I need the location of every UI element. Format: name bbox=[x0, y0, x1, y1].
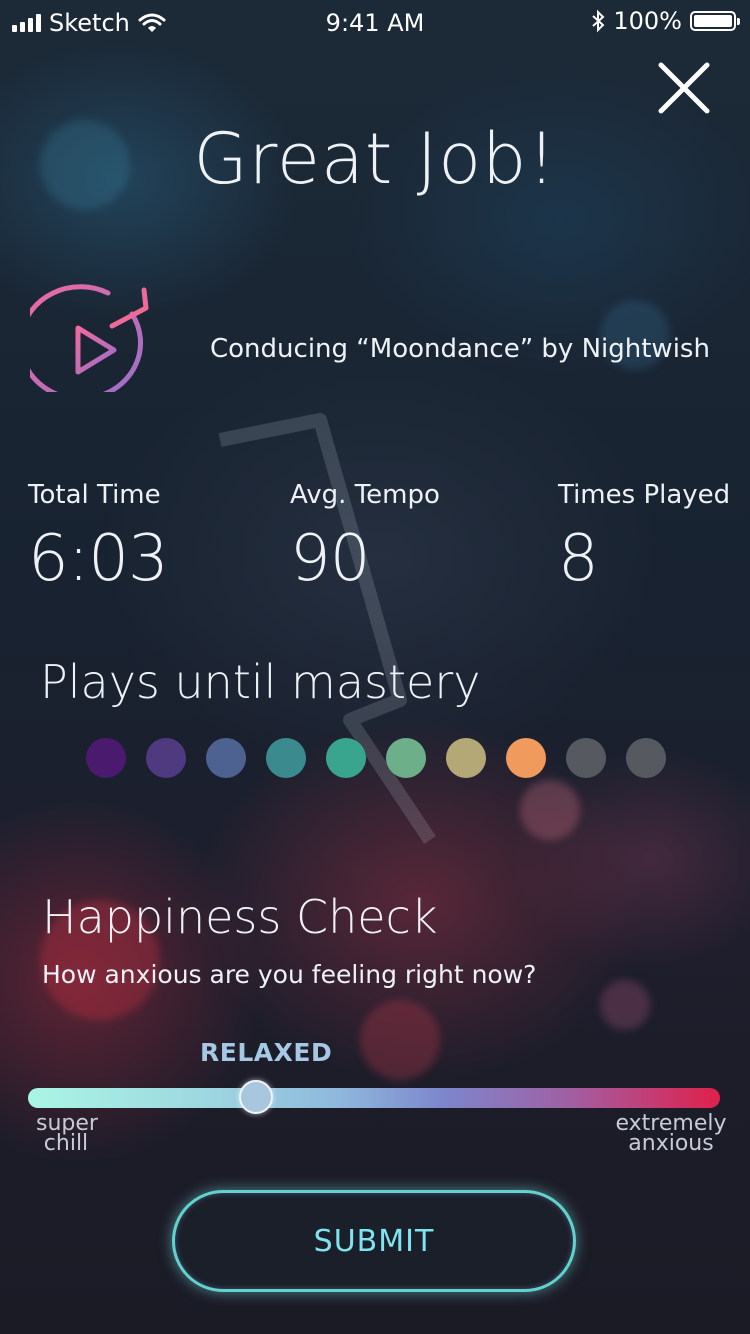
bokeh bbox=[360, 1000, 440, 1080]
mastery-progress-dots bbox=[86, 738, 666, 778]
mastery-dot-completed bbox=[206, 738, 246, 778]
stat-avg-tempo: Avg. Tempo 90 bbox=[290, 480, 440, 596]
song-description: Conducing “Moondance” by Nightwish bbox=[210, 334, 710, 364]
bokeh bbox=[600, 980, 650, 1030]
replay-play-icon bbox=[30, 284, 149, 392]
anxiety-slider-track[interactable] bbox=[28, 1088, 720, 1108]
mastery-dot-completed bbox=[146, 738, 186, 778]
bluetooth-icon bbox=[592, 9, 605, 33]
background-shape bbox=[218, 413, 436, 844]
mastery-dot-completed bbox=[506, 738, 546, 778]
slider-current-label: RELAXED bbox=[200, 1038, 333, 1067]
mastery-dot-remaining bbox=[626, 738, 666, 778]
battery-percent: 100% bbox=[613, 7, 682, 35]
stat-label: Total Time bbox=[28, 480, 161, 510]
bokeh bbox=[520, 780, 580, 840]
status-bar: Sketch 9:41 AM 100% bbox=[0, 0, 750, 44]
mastery-dot-completed bbox=[266, 738, 306, 778]
stat-value: 8 bbox=[558, 522, 599, 596]
mastery-dot-completed bbox=[326, 738, 366, 778]
mastery-title: Plays until mastery bbox=[40, 655, 481, 709]
submit-button[interactable]: SUBMIT bbox=[172, 1190, 576, 1292]
battery-icon bbox=[690, 11, 740, 31]
mastery-dot-remaining bbox=[566, 738, 606, 778]
slider-min-label: super chill bbox=[36, 1111, 98, 1156]
stat-label: Avg. Tempo bbox=[290, 480, 440, 510]
stat-label: Times Played bbox=[558, 480, 731, 510]
page-title: Great Job! bbox=[193, 118, 557, 200]
stat-times-played: Times Played 8 bbox=[558, 480, 730, 596]
happiness-question: How anxious are you feeling right now? bbox=[42, 960, 537, 989]
close-icon[interactable] bbox=[654, 58, 714, 118]
stat-value: 6:03 bbox=[28, 522, 169, 596]
mastery-dot-completed bbox=[386, 738, 426, 778]
slider-max-label: extremely anxious bbox=[615, 1111, 727, 1156]
mastery-dot-completed bbox=[86, 738, 126, 778]
happiness-title: Happiness Check bbox=[42, 890, 438, 944]
stat-value: 90 bbox=[290, 522, 370, 596]
stat-total-time: Total Time 6:03 bbox=[28, 480, 169, 596]
mastery-dot-completed bbox=[446, 738, 486, 778]
